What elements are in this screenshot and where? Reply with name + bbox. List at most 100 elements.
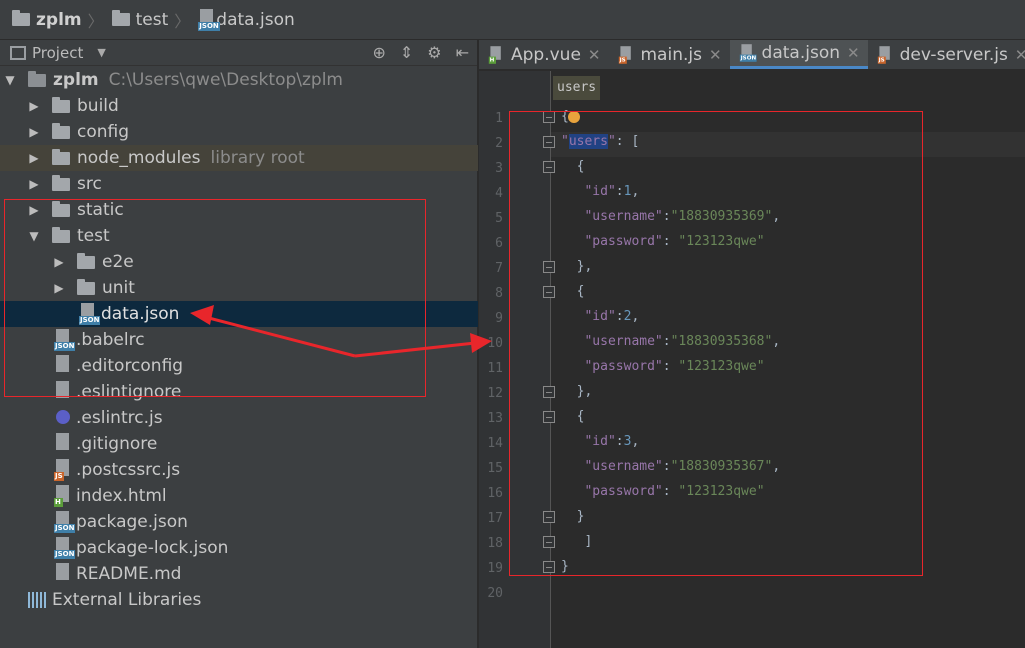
close-icon[interactable]: ✕ <box>588 46 601 64</box>
collapse-all-icon[interactable]: ⇕ <box>400 43 413 62</box>
json-file-icon: JSON <box>54 537 76 559</box>
fold-marker-icon[interactable] <box>543 261 555 273</box>
tree-item-label: README.md <box>76 564 182 584</box>
breadcrumb-folder[interactable]: test <box>111 9 169 30</box>
folder-icon <box>28 70 46 87</box>
close-icon[interactable]: ✕ <box>847 44 860 62</box>
tree-item-gitignore[interactable]: .gitignore <box>0 431 478 457</box>
expanded-arrow-icon[interactable]: ▼ <box>28 229 40 243</box>
tree-item-postcssrc[interactable]: JS .postcssrc.js <box>0 457 478 483</box>
tree-item-eslintignore[interactable]: .eslintignore <box>0 379 478 405</box>
tree-item-label: e2e <box>102 252 134 272</box>
text-file-icon <box>54 355 72 377</box>
folder-icon <box>52 226 70 243</box>
tree-item-config[interactable]: ▶ config <box>0 119 478 145</box>
tree-item-babelrc[interactable]: JSON .babelrc <box>0 327 478 353</box>
breadcrumb-file[interactable]: JSON data.json <box>198 8 295 31</box>
library-root-hint: library root <box>210 148 305 168</box>
fold-marker-icon[interactable] <box>543 386 555 398</box>
code-line: "password": "123123qwe" <box>584 484 765 499</box>
fold-marker-icon[interactable] <box>543 161 555 173</box>
fold-marker-icon[interactable] <box>543 286 555 298</box>
fold-marker-icon[interactable] <box>543 561 555 573</box>
fold-marker-icon[interactable] <box>543 411 555 423</box>
tree-item-external-libraries[interactable]: External Libraries <box>0 587 478 613</box>
json-file-icon: JSON <box>79 303 101 325</box>
fold-marker-icon[interactable] <box>543 511 555 523</box>
tree-item-index-html[interactable]: H index.html <box>0 483 478 509</box>
tree-item-label: static <box>77 200 124 220</box>
expanded-arrow-icon[interactable]: ▼ <box>4 73 16 87</box>
collapsed-arrow-icon[interactable]: ▶ <box>28 125 40 139</box>
tab-data-json[interactable]: JSON data.json ✕ <box>729 40 868 69</box>
fold-marker-icon[interactable] <box>543 136 555 148</box>
username-value: "18830935367" <box>670 459 773 474</box>
line-number: 6 <box>495 236 503 251</box>
tree-item-label: index.html <box>76 486 167 506</box>
tree-item-data-json[interactable]: JSON data.json <box>0 301 478 327</box>
collapsed-arrow-icon[interactable]: ▶ <box>53 281 65 295</box>
tree-item-label: unit <box>102 278 135 298</box>
tree-item-node-modules[interactable]: ▶ node_modules library root <box>0 145 478 171</box>
line-number: 1 <box>495 111 503 126</box>
fold-marker-icon[interactable] <box>543 536 555 548</box>
tree-item-root[interactable]: ▼ zplm C:\Users\qwe\Desktop\zplm <box>0 67 478 93</box>
breadcrumb-project[interactable]: zplm <box>12 10 82 30</box>
hide-panel-icon[interactable]: ⇤ <box>456 43 469 62</box>
tree-item-package-json[interactable]: JSON package.json <box>0 509 478 535</box>
line-number: 7 <box>495 261 503 276</box>
close-icon[interactable]: ✕ <box>1015 46 1025 64</box>
user-id-value: 1 <box>623 184 632 199</box>
tab-main-js[interactable]: JS main.js ✕ <box>609 40 730 69</box>
text-file-icon <box>54 433 72 455</box>
collapsed-arrow-icon[interactable]: ▶ <box>28 203 40 217</box>
folder-icon <box>52 96 70 113</box>
line-number: 8 <box>495 286 503 301</box>
lightbulb-icon[interactable] <box>568 111 580 123</box>
tree-item-eslintrc[interactable]: .eslintrc.js <box>0 405 478 431</box>
line-number: 10 <box>487 336 503 351</box>
tab-dev-server-js[interactable]: JS dev-server.js ✕ <box>868 40 1025 69</box>
chevron-right-icon: 〉 <box>87 11 104 31</box>
user-id-value: 3 <box>623 434 632 449</box>
tree-item-static[interactable]: ▶ static <box>0 197 478 223</box>
tree-item-label: test <box>77 226 110 246</box>
tree-item-test[interactable]: ▼ test <box>0 223 478 249</box>
tree-item-label: .eslintrc.js <box>76 408 163 428</box>
tree-item-label: .editorconfig <box>76 356 184 376</box>
text-file-icon <box>54 381 72 403</box>
chevron-down-icon[interactable]: ▼ <box>97 46 105 59</box>
tree-item-e2e[interactable]: ▶ e2e <box>0 249 478 275</box>
fold-marker-icon[interactable] <box>543 111 555 123</box>
collapsed-arrow-icon[interactable]: ▶ <box>28 99 40 113</box>
line-number: 20 <box>487 586 503 601</box>
close-icon[interactable]: ✕ <box>709 46 722 64</box>
collapsed-arrow-icon[interactable]: ▶ <box>53 255 65 269</box>
line-number: 16 <box>487 486 503 501</box>
project-view-selector[interactable]: Project <box>32 44 83 62</box>
collapsed-arrow-icon[interactable]: ▶ <box>28 151 40 165</box>
collapsed-arrow-icon[interactable]: ▶ <box>28 177 40 191</box>
code-editor[interactable]: users 1 2 3 4 5 6 7 8 9 10 11 12 13 14 15 16 17 18 19 20 { … <box>479 71 1025 648</box>
tree-item-package-lock[interactable]: JSON package-lock.json <box>0 535 478 561</box>
eslint-icon <box>54 407 72 429</box>
tree-item-label: node_modules <box>77 148 201 168</box>
js-file-icon: JS <box>618 45 632 64</box>
tree-item-editorconfig[interactable]: .editorconfig <box>0 353 478 379</box>
tree-item-readme[interactable]: README.md <box>0 561 478 587</box>
line-number: 2 <box>495 136 503 151</box>
line-number: 4 <box>495 186 503 201</box>
tree-item-build[interactable]: ▶ build <box>0 93 478 119</box>
json-path-breadcrumb[interactable]: users <box>553 76 601 100</box>
tab-app-vue[interactable]: H App.vue ✕ <box>479 40 609 69</box>
code-line: { <box>561 409 585 424</box>
html-file-icon: H <box>54 485 72 507</box>
breadcrumb-folder-label: test <box>135 9 169 30</box>
code-line: "password": "123123qwe" <box>584 234 765 249</box>
code-line: { <box>561 159 585 174</box>
tree-item-unit[interactable]: ▶ unit <box>0 275 478 301</box>
locate-icon[interactable]: ⊕ <box>372 43 385 62</box>
line-number: 17 <box>487 511 503 526</box>
tree-item-src[interactable]: ▶ src <box>0 171 478 197</box>
gear-icon[interactable]: ⚙ <box>427 43 441 62</box>
